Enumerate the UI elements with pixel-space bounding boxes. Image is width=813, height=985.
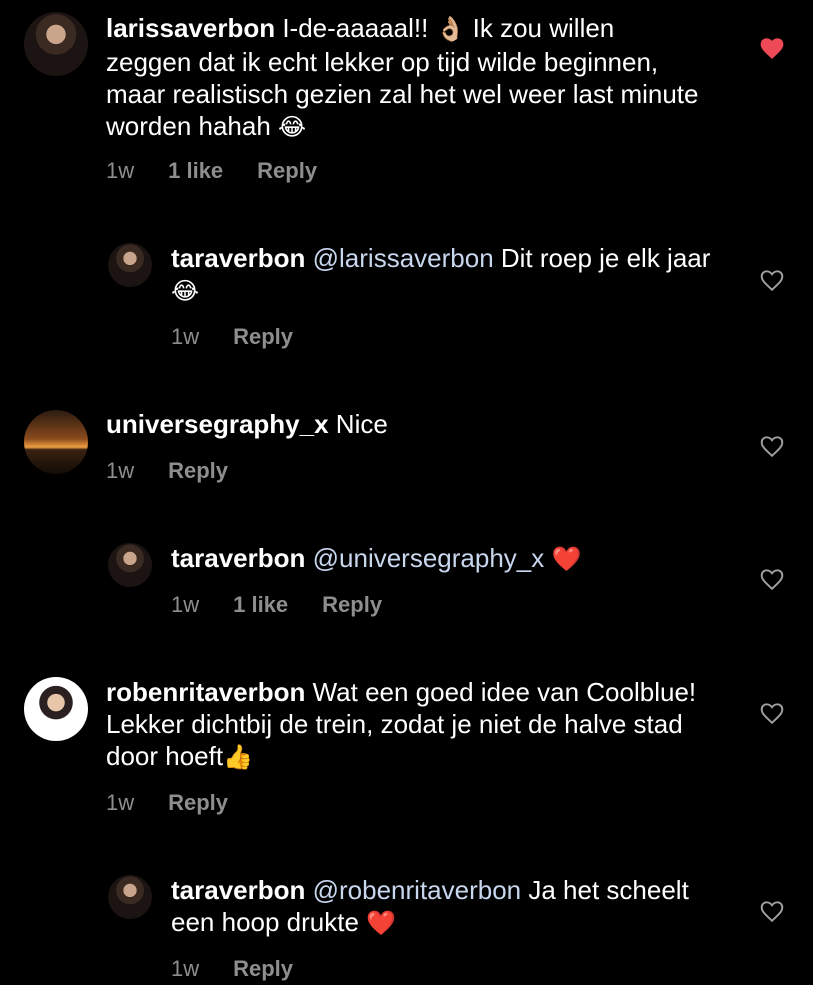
comment-meta: 1w Reply [106,458,262,484]
avatar[interactable] [108,543,152,587]
comment-text: robenritaverbon Wat een goed idee van Co… [106,676,726,774]
heart-outline-icon[interactable] [759,567,785,591]
likes-count[interactable]: 1 like [233,592,288,618]
avatar[interactable] [108,875,152,919]
heart-filled-icon[interactable] [759,36,785,60]
comment-text: taraverbon @robenritaverbon Ja het schee… [171,874,731,940]
heart-outline-icon[interactable] [759,268,785,292]
timestamp: 1w [106,158,135,183]
comment-text: universegraphy_x Nice [106,408,706,440]
heart-outline-icon[interactable] [759,701,785,725]
reply-button[interactable]: Reply [257,158,317,184]
comment-meta: 1w 1 like Reply [106,158,351,184]
avatar[interactable] [108,243,152,287]
comment-meta: 1w Reply [171,956,327,982]
username[interactable]: taraverbon [171,243,305,273]
comment-body: I-de-aaaaal!! [275,13,436,43]
comment-meta: 1w Reply [171,324,327,350]
laughing-emoji: 😂 [278,114,307,141]
thumbs-up-emoji: 👍 [223,744,253,771]
laughing-emoji: 😂 [171,278,200,305]
username[interactable]: universegraphy_x [106,409,329,439]
timestamp: 1w [171,956,200,981]
reply-button[interactable]: Reply [233,324,293,350]
mention-link[interactable]: @larissaverbon [313,243,494,273]
comment-text: taraverbon @larissaverbon Dit roep je el… [171,242,731,308]
reply-button[interactable]: Reply [233,956,293,982]
red-heart-emoji: ❤️ [551,546,582,573]
heart-outline-icon[interactable] [759,899,785,923]
timestamp: 1w [171,324,200,349]
username[interactable]: taraverbon [171,875,305,905]
likes-count[interactable]: 1 like [168,158,223,184]
ok-hand-emoji: 👌🏼 [435,16,466,43]
reply-button[interactable]: Reply [168,458,228,484]
timestamp: 1w [106,790,135,815]
comment-text: larissaverbon I-de-aaaaal!! 👌🏼 Ik zou wi… [106,12,706,144]
timestamp: 1w [106,458,135,483]
avatar[interactable] [24,410,88,474]
username[interactable]: taraverbon [171,543,305,573]
avatar[interactable] [24,677,88,741]
mention-link[interactable]: @universegraphy_x [313,543,545,573]
avatar[interactable] [24,12,88,76]
red-heart-emoji: ❤️ [366,910,397,937]
comment-body: Dit roep je elk jaar [493,243,711,273]
reply-button[interactable]: Reply [322,592,382,618]
comment-body: Nice [328,409,388,439]
comment-text: taraverbon @universegraphy_x ❤️ [171,542,731,576]
heart-outline-icon[interactable] [759,434,785,458]
comment-meta: 1w Reply [106,790,262,816]
reply-button[interactable]: Reply [168,790,228,816]
comment-meta: 1w 1 like Reply [171,592,416,618]
username[interactable]: larissaverbon [106,13,275,43]
username[interactable]: robenritaverbon [106,677,305,707]
mention-link[interactable]: @robenritaverbon [313,875,522,905]
timestamp: 1w [171,592,200,617]
